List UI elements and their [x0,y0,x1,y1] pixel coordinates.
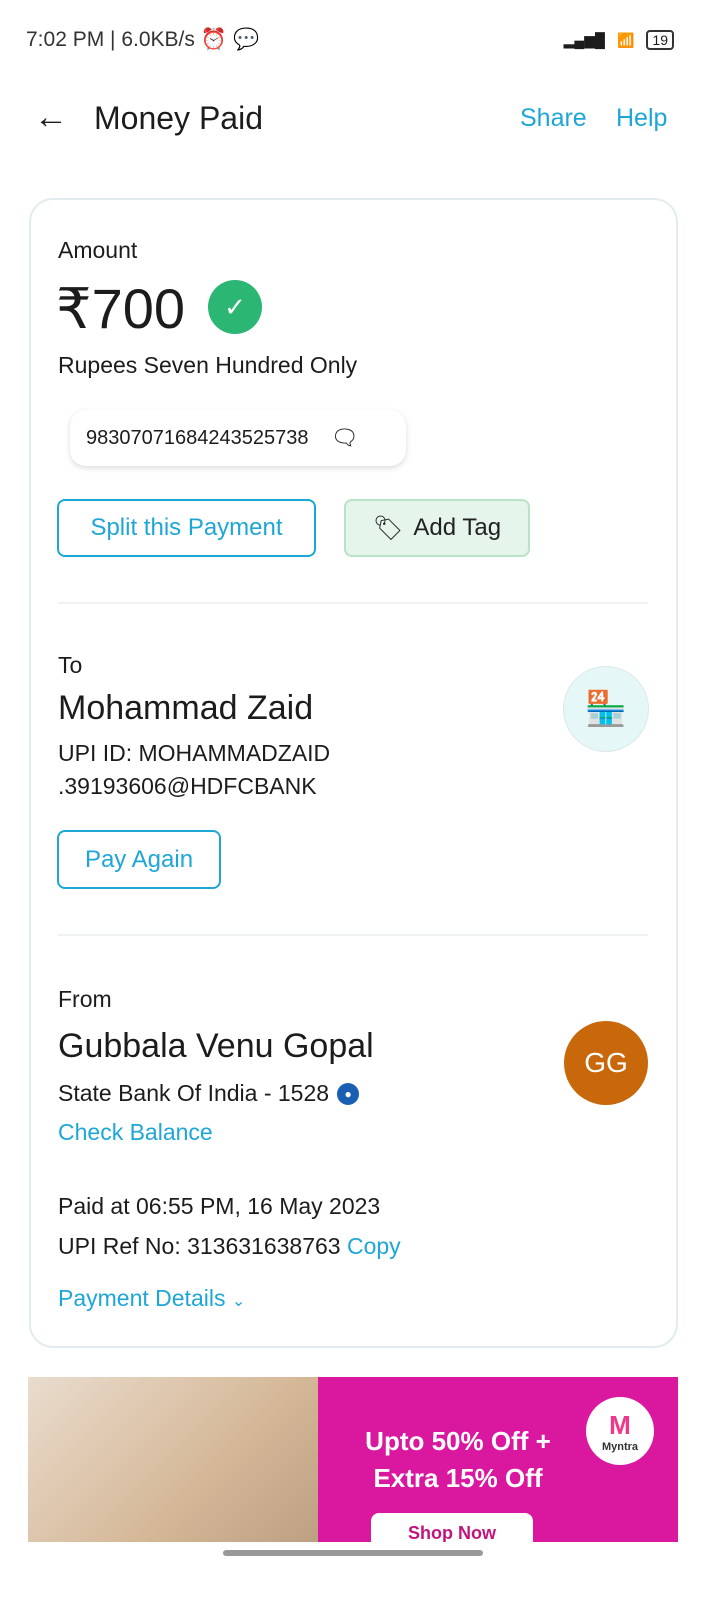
payee-upi-line2: .39193606@HDFCBANK [58,773,317,799]
chevron-down-icon: ⌄ [231,1293,246,1310]
split-payment-button[interactable]: Split this Payment [57,499,316,557]
help-link[interactable]: Help [616,104,667,133]
payer-name: Gubbala Venu Gopal [58,1027,374,1065]
verified-check-icon: ✓ [208,280,262,334]
chat-icon: 💬 [233,28,260,51]
paid-at-text: Paid at 06:55 PM, 16 May 2023 [58,1193,381,1219]
amount-words: Rupees Seven Hundred Only [58,352,358,378]
myntra-logo: M Myntra [586,1397,654,1465]
share-link[interactable]: Share [520,104,587,133]
myntra-ad-banner[interactable]: Upto 50% Off + Extra 15% Off M Myntra Shop… [28,1377,678,1542]
amount-value: ₹700 [56,277,186,340]
status-time: 7:02 PM | 6.0KB/s [26,28,195,51]
divider [58,934,648,936]
copy-link[interactable]: Copy [347,1233,401,1259]
status-bar: 7:02 PM | 6.0KB/s ⏰ 💬 [26,28,259,52]
page-title: Money Paid [94,100,263,136]
signal-icon: ▂▄▆█ [563,31,605,48]
amount-label: Amount [58,237,138,263]
wifi-icon: 📶 [616,31,635,48]
battery-icon: 19 [646,30,674,50]
pay-again-button[interactable]: Pay Again [57,830,221,889]
payee-name: Mohammad Zaid [58,689,314,727]
payment-details-toggle[interactable]: Payment Details ⌄ [58,1285,245,1312]
note-text: 98307071684243525738 [86,426,309,449]
add-tag-button[interactable]: 🏷 Add Tag [344,499,530,557]
payment-note: 98307071684243525738 🗨 [70,410,406,466]
from-label: From [58,986,112,1012]
divider [58,602,648,604]
tag-icon: 🏷 [372,514,404,542]
back-arrow-icon[interactable]: ← [34,98,68,137]
status-right: ▂▄▆█ 📶 19 [564,30,674,50]
store-icon: 🏪 [563,666,649,752]
alarm-icon: ⏰ [200,28,228,51]
check-balance-link[interactable]: Check Balance [58,1119,213,1146]
to-label: To [58,652,83,678]
payee-upi-line1: UPI ID: MOHAMMADZAID [58,740,331,766]
ad-text: Upto 50% Off + Extra 15% Off [365,1426,551,1493]
upi-ref: UPI Ref No: 313631638763 Copy [58,1233,401,1259]
home-indicator[interactable] [223,1550,483,1556]
payer-avatar: GG [564,1021,648,1105]
shop-now-button[interactable]: Shop Now [371,1513,533,1542]
payer-bank: State Bank Of India - 1528 ● [58,1080,360,1107]
sbi-logo-icon: ● [337,1082,360,1105]
message-icon: 🗨 [330,425,359,450]
ad-photo [28,1377,318,1542]
